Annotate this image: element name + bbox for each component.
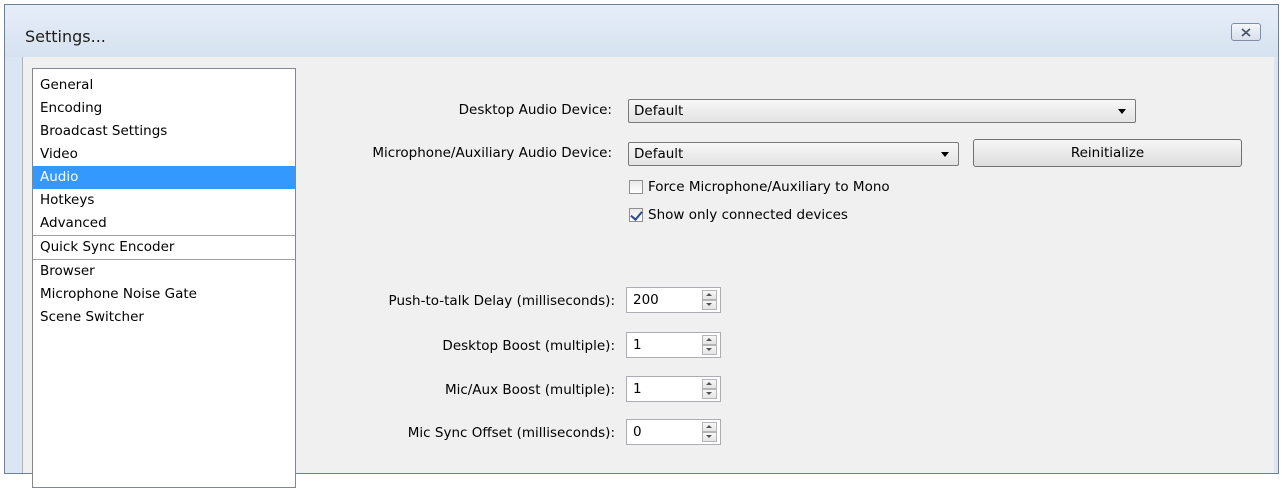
sidebar-item-video[interactable]: Video: [33, 143, 295, 166]
show-connected-label: Show only connected devices: [648, 207, 848, 223]
check-icon: [630, 208, 643, 221]
mic-aux-boost-value: 1: [633, 381, 642, 397]
close-icon: [1241, 27, 1251, 37]
force-mono-checkbox-row[interactable]: Force Microphone/Auxiliary to Mono: [629, 179, 890, 195]
mic-sync-offset-spinbox[interactable]: 0: [626, 419, 721, 445]
mic-aux-boost-label: Mic/Aux Boost (multiple):: [444, 382, 615, 398]
force-mono-label: Force Microphone/Auxiliary to Mono: [648, 179, 890, 195]
show-connected-checkbox-row[interactable]: Show only connected devices: [629, 207, 848, 223]
sidebar-item-microphone-noise-gate[interactable]: Microphone Noise Gate: [33, 283, 295, 306]
sidebar-item-general[interactable]: General: [33, 74, 295, 97]
sidebar-item-scene-switcher[interactable]: Scene Switcher: [33, 306, 295, 329]
desktop-boost-label: Desktop Boost (multiple):: [442, 338, 615, 354]
push-to-talk-delay-spinbox[interactable]: 200: [626, 287, 721, 313]
arrow-down-icon[interactable]: [702, 389, 717, 399]
window-title: Settings...: [25, 27, 106, 46]
settings-content: General Encoding Broadcast Settings Vide…: [22, 57, 1274, 488]
mic-sync-offset-value: 0: [633, 424, 642, 440]
arrow-up-icon[interactable]: [702, 335, 717, 345]
desktop-audio-device-select[interactable]: Default: [628, 99, 1136, 123]
arrow-up-icon[interactable]: [702, 290, 717, 300]
reinitialize-button[interactable]: Reinitialize: [973, 139, 1242, 167]
sidebar-item-encoding[interactable]: Encoding: [33, 97, 295, 120]
desktop-audio-device-value: Default: [634, 103, 684, 119]
close-button[interactable]: [1231, 23, 1261, 41]
show-connected-checkbox[interactable]: [629, 208, 643, 222]
sidebar-item-hotkeys[interactable]: Hotkeys: [33, 189, 295, 212]
arrow-up-icon[interactable]: [702, 379, 717, 389]
audio-settings-panel: Desktop Audio Device: Default Microphone…: [296, 57, 1274, 473]
force-mono-checkbox[interactable]: [629, 180, 643, 194]
sidebar-item-advanced[interactable]: Advanced: [33, 212, 295, 235]
sidebar-item-broadcast-settings[interactable]: Broadcast Settings: [33, 120, 295, 143]
microphone-device-label: Microphone/Auxiliary Audio Device:: [372, 145, 612, 161]
push-to-talk-delay-value: 200: [633, 292, 659, 308]
title-bar: Settings...: [5, 5, 1278, 57]
arrow-down-icon[interactable]: [702, 345, 717, 355]
mic-sync-offset-label: Mic Sync Offset (milliseconds):: [407, 425, 615, 441]
microphone-device-value: Default: [634, 146, 684, 162]
settings-category-list: General Encoding Broadcast Settings Vide…: [32, 68, 296, 488]
chevron-down-icon: [941, 152, 949, 157]
arrow-up-icon[interactable]: [702, 422, 717, 432]
sidebar-item-browser[interactable]: Browser: [33, 260, 295, 283]
sidebar-item-quick-sync-encoder[interactable]: Quick Sync Encoder: [33, 236, 295, 259]
microphone-device-select[interactable]: Default: [628, 142, 959, 166]
desktop-boost-value: 1: [633, 337, 642, 353]
arrow-down-icon[interactable]: [702, 300, 717, 310]
desktop-audio-device-label: Desktop Audio Device:: [458, 102, 612, 118]
arrow-down-icon[interactable]: [702, 432, 717, 442]
desktop-boost-spinbox[interactable]: 1: [626, 332, 721, 358]
sidebar-item-audio[interactable]: Audio: [33, 166, 295, 189]
push-to-talk-delay-label: Push-to-talk Delay (milliseconds):: [388, 293, 615, 309]
mic-aux-boost-spinbox[interactable]: 1: [626, 376, 721, 402]
settings-window: Settings... General Encoding Broadcast S…: [4, 4, 1279, 488]
chevron-down-icon: [1118, 109, 1126, 114]
